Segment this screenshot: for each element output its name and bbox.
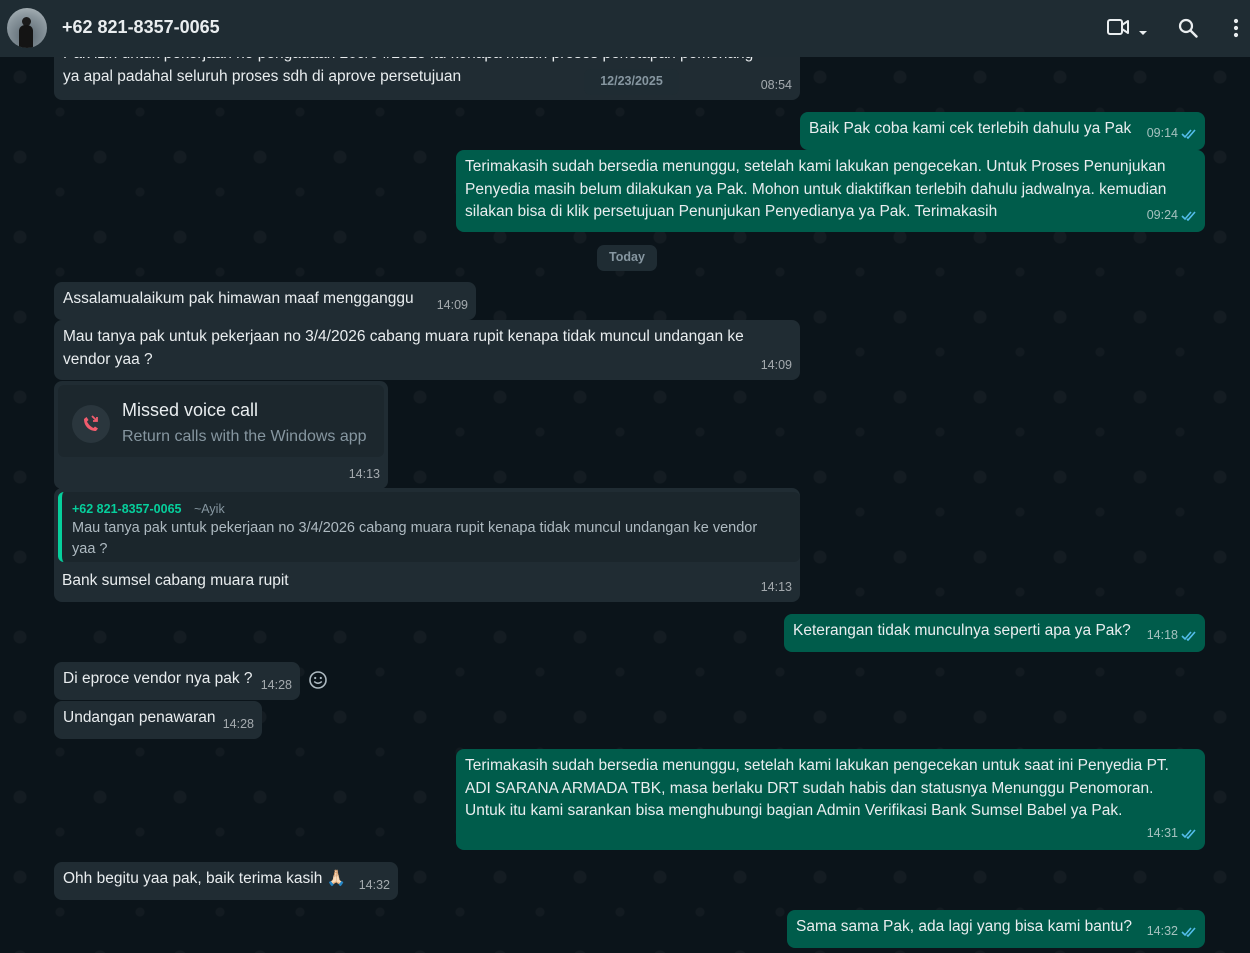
message-time: 14:28	[222, 716, 254, 731]
message-text: Baik Pak coba kami cek terlebih dahulu y…	[809, 120, 1132, 137]
message-time: 14:13	[348, 466, 380, 481]
missed-call-title: Missed voice call	[122, 400, 259, 420]
missed-call-card[interactable]: Missed voice call Return calls with the …	[58, 385, 384, 457]
double-tick-icon	[1181, 124, 1197, 147]
video-call-icon[interactable]	[1107, 18, 1129, 41]
message-text: Pak izin untuk pekerjaan no pengadaan 20…	[63, 57, 753, 85]
double-tick-icon	[1181, 206, 1197, 229]
contact-avatar[interactable]	[7, 8, 47, 48]
message-text: Assalamualaikum pak himawan maaf menggan…	[63, 290, 414, 307]
message-text: Di eproce vendor nya pak ?	[63, 670, 253, 687]
message-text: Terimakasih sudah bersedia menunggu, set…	[465, 757, 1169, 819]
message-text: Terimakasih sudah bersedia menunggu, set…	[465, 158, 1167, 220]
message-incoming-reply[interactable]: +62 821-8357-0065 ~Ayik Mau tanya pak un…	[54, 488, 800, 602]
message-text: Keterangan tidak munculnya seperti apa y…	[793, 622, 1131, 639]
message-outgoing[interactable]: Sama sama Pak, ada lagi yang bisa kami b…	[787, 910, 1205, 948]
message-outgoing[interactable]: Terimakasih sudah bersedia menunggu, set…	[456, 749, 1205, 850]
message-outgoing[interactable]: Terimakasih sudah bersedia menunggu, set…	[456, 150, 1205, 232]
message-time: 14:09	[436, 297, 468, 312]
message-text: Ohh begitu yaa pak, baik terima kasih 🙏🏻	[63, 870, 346, 887]
message-text: Sama sama Pak, ada lagi yang bisa kami b…	[796, 918, 1133, 935]
message-time: 14:18	[1146, 627, 1178, 642]
message-time: 09:24	[1146, 207, 1178, 222]
message-list[interactable]: Pak izin untuk pekerjaan no pengadaan 20…	[0, 57, 1250, 953]
message-incoming[interactable]: Pak izin untuk pekerjaan no pengadaan 20…	[54, 57, 800, 100]
message-time: 14:32	[1146, 923, 1178, 938]
chevron-down-icon[interactable]	[1138, 24, 1148, 42]
quoted-message[interactable]: +62 821-8357-0065 ~Ayik Mau tanya pak un…	[58, 492, 800, 562]
avatar-figure-body	[19, 25, 33, 48]
menu-icon[interactable]	[1233, 18, 1239, 43]
date-separator-today: Today	[597, 245, 657, 271]
message-time: 14:31	[1146, 825, 1178, 840]
chat-header: +62 821-8357-0065	[0, 0, 1250, 57]
double-tick-icon	[1181, 922, 1197, 945]
message-time: 14:28	[260, 677, 292, 692]
message-incoming[interactable]: Ohh begitu yaa pak, baik terima kasih 🙏🏻…	[54, 862, 398, 900]
missed-call-message[interactable]: Missed voice call Return calls with the …	[54, 381, 388, 489]
message-text: Mau tanya pak untuk pekerjaan no 3/4/202…	[63, 328, 744, 368]
message-text: Bank sumsel cabang muara rupit	[62, 572, 289, 589]
double-tick-icon	[1181, 824, 1197, 847]
missed-call-subtitle: Return calls with the Windows app	[122, 428, 367, 445]
emoji-reaction-icon[interactable]	[308, 670, 328, 695]
message-incoming[interactable]: Mau tanya pak untuk pekerjaan no 3/4/202…	[54, 320, 800, 380]
message-time: 14:32	[358, 877, 390, 892]
date-separator: 12/23/2025	[584, 69, 679, 95]
message-time: 14:09	[760, 357, 792, 372]
contact-name[interactable]: +62 821-8357-0065	[62, 17, 220, 38]
message-time: 09:14	[1146, 125, 1178, 140]
message-time: 08:54	[760, 77, 792, 92]
message-incoming[interactable]: Di eproce vendor nya pak ? 14:28	[54, 662, 300, 700]
message-incoming[interactable]: Assalamualaikum pak himawan maaf menggan…	[54, 282, 476, 320]
message-incoming[interactable]: Undangan penawaran 14:28	[54, 701, 262, 739]
quote-text: Mau tanya pak untuk pekerjaan no 3/4/202…	[72, 520, 758, 557]
message-outgoing[interactable]: Baik Pak coba kami cek terlebih dahulu y…	[800, 112, 1205, 150]
double-tick-icon	[1181, 626, 1197, 649]
search-icon[interactable]	[1178, 18, 1198, 43]
message-outgoing[interactable]: Keterangan tidak munculnya seperti apa y…	[784, 614, 1205, 652]
message-time: 14:13	[760, 579, 792, 594]
missed-call-icon	[72, 405, 110, 443]
